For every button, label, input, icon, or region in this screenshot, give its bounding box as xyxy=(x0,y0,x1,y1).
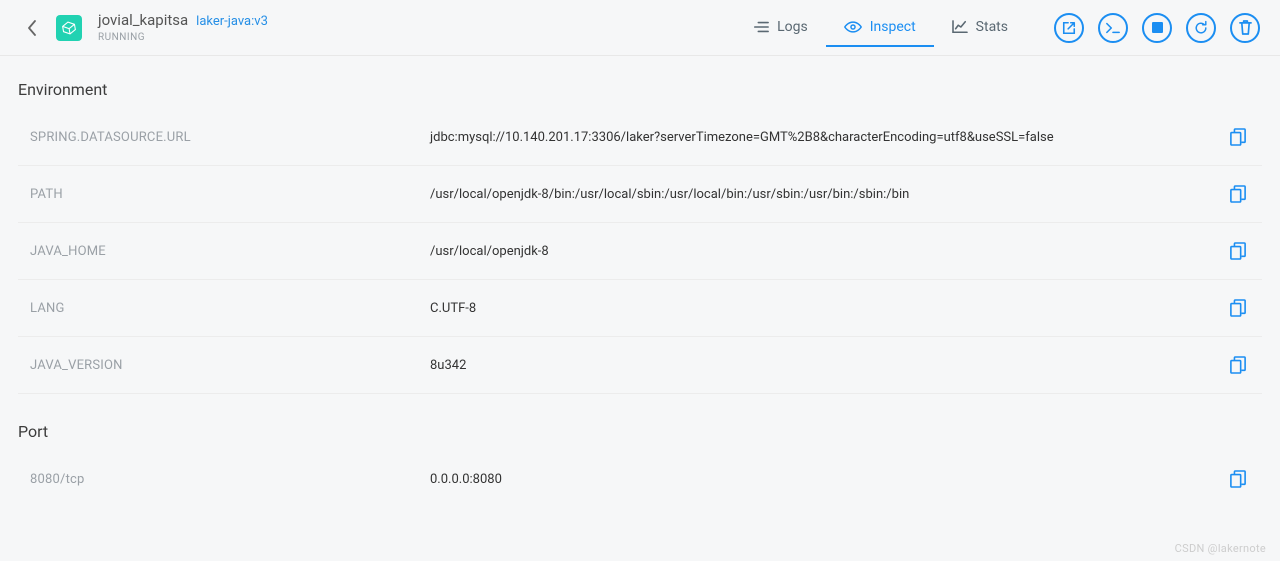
copy-button[interactable] xyxy=(1226,353,1250,377)
tab-logs[interactable]: Logs xyxy=(735,9,826,47)
env-value: /usr/local/openjdk-8 xyxy=(430,244,1226,259)
copy-button[interactable] xyxy=(1226,239,1250,263)
environment-table: SPRING.DATASOURCE.URL jdbc:mysql://10.14… xyxy=(18,109,1262,394)
env-row: LANG C.UTF-8 xyxy=(18,280,1262,337)
tabs: Logs Inspect Stats xyxy=(735,9,1026,47)
env-value: C.UTF-8 xyxy=(430,301,1226,316)
list-icon xyxy=(753,20,769,34)
open-external-button[interactable] xyxy=(1054,13,1084,43)
watermark: CSDN @lakernote xyxy=(1175,542,1266,555)
env-value: 8u342 xyxy=(430,358,1226,373)
back-button[interactable] xyxy=(20,16,44,40)
copy-button[interactable] xyxy=(1226,296,1250,320)
container-icon xyxy=(56,15,82,41)
chart-icon xyxy=(952,20,968,34)
eye-icon xyxy=(844,20,862,34)
header-actions xyxy=(1054,13,1260,43)
restart-button[interactable] xyxy=(1186,13,1216,43)
delete-button[interactable] xyxy=(1230,13,1260,43)
env-key: LANG xyxy=(30,301,430,316)
copy-button[interactable] xyxy=(1226,182,1250,206)
port-table: 8080/tcp 0.0.0.0:8080 xyxy=(18,451,1262,507)
port-value: 0.0.0.0:8080 xyxy=(430,472,1226,487)
env-value: /usr/local/openjdk-8/bin:/usr/local/sbin… xyxy=(430,187,1226,202)
port-title: Port xyxy=(18,422,1262,441)
env-row: JAVA_HOME /usr/local/openjdk-8 xyxy=(18,223,1262,280)
port-key: 8080/tcp xyxy=(30,472,430,487)
env-value: jdbc:mysql://10.140.201.17:3306/laker?se… xyxy=(430,130,1226,145)
env-key: JAVA_HOME xyxy=(30,244,430,259)
copy-button[interactable] xyxy=(1226,125,1250,149)
terminal-button[interactable] xyxy=(1098,13,1128,43)
env-row: PATH /usr/local/openjdk-8/bin:/usr/local… xyxy=(18,166,1262,223)
env-row: JAVA_VERSION 8u342 xyxy=(18,337,1262,394)
stop-button[interactable] xyxy=(1142,13,1172,43)
content: Environment SPRING.DATASOURCE.URL jdbc:m… xyxy=(0,56,1280,507)
tab-inspect[interactable]: Inspect xyxy=(826,9,934,47)
env-key: JAVA_VERSION xyxy=(30,358,430,373)
tab-stats-label: Stats xyxy=(976,19,1008,35)
tab-stats[interactable]: Stats xyxy=(934,9,1026,47)
title-block: jovial_kapitsa laker-java:v3 RUNNING xyxy=(98,11,268,44)
container-image-link[interactable]: laker-java:v3 xyxy=(196,14,268,30)
tab-logs-label: Logs xyxy=(777,19,808,35)
container-name: jovial_kapitsa xyxy=(98,11,188,29)
header-bar: jovial_kapitsa laker-java:v3 RUNNING Log… xyxy=(0,0,1280,56)
port-row: 8080/tcp 0.0.0.0:8080 xyxy=(18,451,1262,507)
env-key: PATH xyxy=(30,187,430,202)
container-status: RUNNING xyxy=(98,32,268,44)
environment-title: Environment xyxy=(18,80,1262,99)
env-key: SPRING.DATASOURCE.URL xyxy=(30,130,430,145)
env-row: SPRING.DATASOURCE.URL jdbc:mysql://10.14… xyxy=(18,109,1262,166)
tab-inspect-label: Inspect xyxy=(870,19,916,35)
copy-button[interactable] xyxy=(1226,467,1250,491)
